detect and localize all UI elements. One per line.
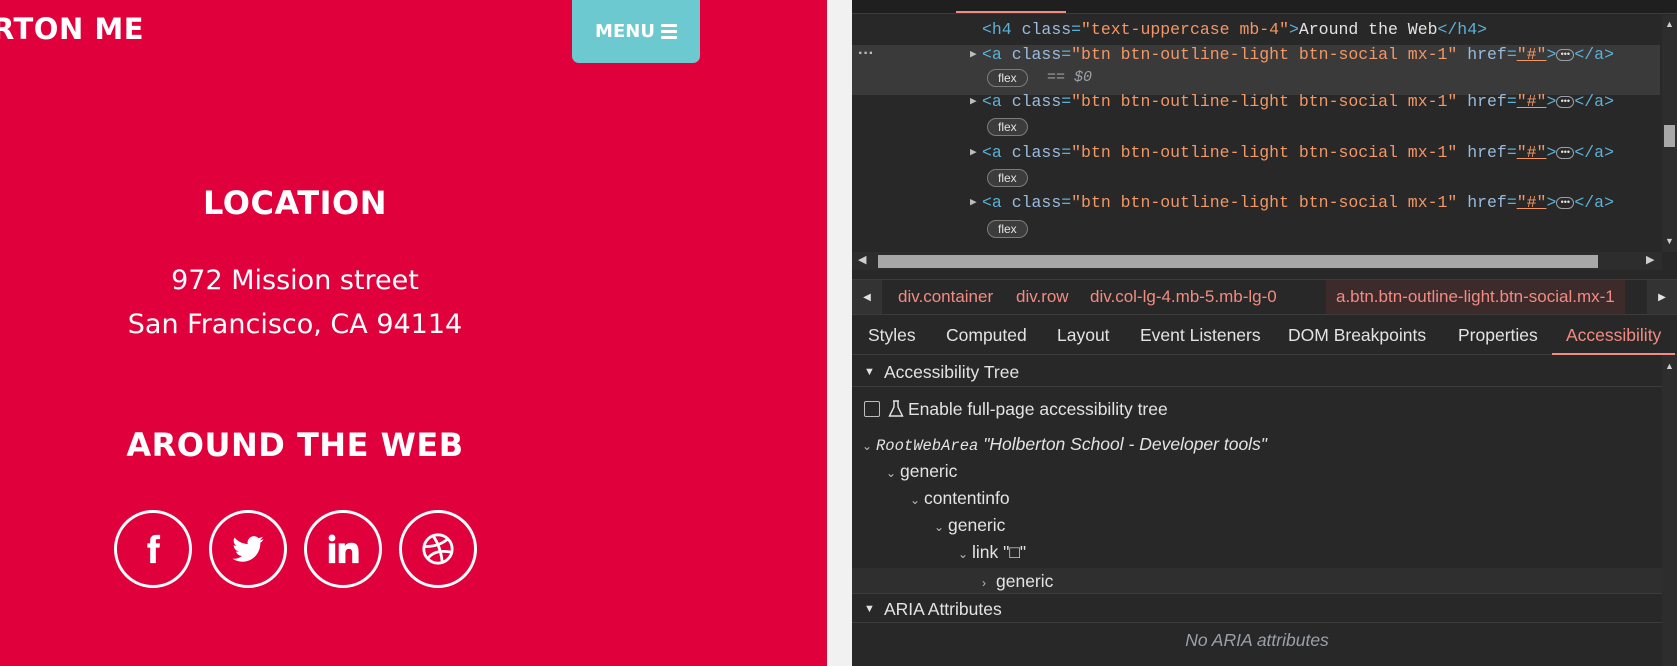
sidebar-vertical-scrollbar[interactable]: ▲ bbox=[1662, 355, 1677, 666]
dribbble-link[interactable] bbox=[399, 510, 477, 588]
tab-properties[interactable]: Properties bbox=[1444, 315, 1552, 355]
flex-badge[interactable]: flex bbox=[987, 69, 1028, 87]
location-heading: LOCATION bbox=[203, 184, 387, 222]
tab-dom-breakpoints[interactable]: DOM Breakpoints bbox=[1274, 315, 1440, 355]
dom-node-h4[interactable]: <h4 class="text-uppercase mb-4">Around t… bbox=[852, 18, 1660, 43]
collapsed-content-icon[interactable]: ••• bbox=[1556, 196, 1575, 209]
flex-badge[interactable]: flex bbox=[987, 169, 1028, 187]
tab-accessibility[interactable]: Accessibility bbox=[1552, 315, 1676, 355]
tree-node-contentinfo[interactable]: ⌄ contentinfo bbox=[910, 485, 1010, 511]
chevron-down-icon[interactable]: ⌄ bbox=[958, 541, 972, 567]
hamburger-icon bbox=[660, 24, 677, 39]
experiment-flask-icon bbox=[888, 400, 904, 417]
expand-arrow-icon[interactable]: ▶ bbox=[970, 94, 977, 108]
elements-horizontal-scrollbar[interactable]: ◀ ▶ bbox=[852, 252, 1662, 270]
node-actions-icon[interactable]: ··· bbox=[858, 45, 874, 63]
scroll-left-icon[interactable]: ◀ bbox=[858, 253, 866, 266]
tab-event-listeners[interactable]: Event Listeners bbox=[1126, 315, 1275, 355]
facebook-icon bbox=[147, 534, 161, 564]
tab-computed[interactable]: Computed bbox=[932, 315, 1041, 355]
site-brand[interactable]: RTON ME bbox=[0, 12, 144, 46]
tree-node-generic[interactable]: ⌄ generic bbox=[886, 458, 957, 484]
chevron-down-icon[interactable]: ⌄ bbox=[862, 433, 876, 459]
tree-node-root[interactable]: ⌄ RootWebArea "Holberton School - Develop… bbox=[862, 431, 1267, 457]
menu-label: MENU bbox=[595, 21, 655, 42]
flex-badge[interactable]: flex bbox=[987, 220, 1028, 238]
expand-arrow-icon[interactable]: ▶ bbox=[970, 145, 977, 159]
devtools-main-toolbar bbox=[852, 0, 1677, 14]
around-the-web-heading: AROUND THE WEB bbox=[126, 426, 464, 464]
breadcrumb-next-icon[interactable]: ▶ bbox=[1647, 280, 1677, 314]
linkedin-link[interactable] bbox=[304, 510, 382, 588]
collapsed-content-icon[interactable]: ••• bbox=[1556, 146, 1575, 159]
social-links bbox=[114, 510, 477, 588]
dribbble-icon bbox=[422, 533, 454, 565]
flex-badge[interactable]: flex bbox=[987, 118, 1028, 136]
tree-node-generic-leaf[interactable]: › generic bbox=[982, 568, 1053, 594]
aria-attributes-header[interactable]: ▼ ARIA Attributes bbox=[852, 593, 1662, 623]
tree-hover-highlight bbox=[852, 568, 1662, 594]
twitter-icon bbox=[232, 536, 264, 562]
scroll-down-icon[interactable]: ▼ bbox=[1665, 236, 1674, 246]
menu-button[interactable]: MENU bbox=[572, 0, 700, 63]
address-line-2: San Francisco, CA 94114 bbox=[127, 309, 463, 340]
accessibility-tree-header[interactable]: ▼ Accessibility Tree bbox=[852, 357, 1662, 387]
full-page-tree-option: Enable full-page accessibility tree bbox=[852, 394, 1662, 424]
elements-tree: <h4 class="text-uppercase mb-4">Around t… bbox=[852, 15, 1660, 252]
address-line-1: 972 Mission street bbox=[171, 265, 419, 296]
active-main-tab-indicator bbox=[956, 11, 1066, 13]
website-viewport: RTON ME MENU LOCATION 972 Mission street… bbox=[0, 0, 827, 666]
tab-styles[interactable]: Styles bbox=[854, 315, 930, 355]
tab-layout[interactable]: Layout bbox=[1043, 315, 1124, 355]
scrollbar-thumb[interactable] bbox=[1664, 125, 1675, 147]
sidebar-tabs: Styles Computed Layout Event Listeners D… bbox=[852, 315, 1677, 355]
dom-node-a-3[interactable]: ▶ <a class="btn btn-outline-light btn-so… bbox=[852, 141, 1660, 166]
breadcrumb-item[interactable]: div.row bbox=[1006, 280, 1079, 314]
chevron-down-icon[interactable]: ⌄ bbox=[910, 487, 924, 513]
breadcrumb: ◀ div.container div.row div.col-lg-4.mb-… bbox=[852, 279, 1677, 315]
chevron-down-icon[interactable]: ⌄ bbox=[886, 460, 900, 486]
tree-node-link[interactable]: ⌄ link "□" bbox=[958, 539, 1026, 565]
elements-vertical-scrollbar[interactable]: ▲ ▼ bbox=[1662, 15, 1677, 252]
dom-node-a-4[interactable]: ▶ <a class="btn btn-outline-light btn-so… bbox=[852, 191, 1660, 216]
viewport-gutter bbox=[827, 0, 852, 666]
collapse-arrow-icon: ▼ bbox=[864, 366, 875, 378]
breadcrumb-item[interactable]: div.col-lg-4.mb-5.mb-lg-0 bbox=[1080, 280, 1287, 314]
facebook-link[interactable] bbox=[114, 510, 192, 588]
collapsed-content-icon[interactable]: ••• bbox=[1556, 48, 1575, 61]
selected-marker: == $0 bbox=[1047, 69, 1093, 86]
breadcrumb-item-active[interactable]: a.btn.btn-outline-light.btn-social.mx-1 bbox=[1326, 280, 1625, 314]
chevron-down-icon[interactable]: ⌄ bbox=[934, 514, 948, 540]
breadcrumb-prev-icon[interactable]: ◀ bbox=[852, 280, 882, 314]
linkedin-icon bbox=[328, 534, 359, 564]
scroll-up-icon[interactable]: ▲ bbox=[1665, 361, 1674, 371]
collapsed-content-icon[interactable]: ••• bbox=[1556, 95, 1575, 108]
expand-arrow-icon[interactable]: ▶ bbox=[970, 195, 977, 209]
aria-empty-message: No ARIA attributes bbox=[1185, 630, 1329, 650]
collapse-arrow-icon: ▼ bbox=[864, 603, 875, 615]
twitter-link[interactable] bbox=[209, 510, 287, 588]
dom-node-a-2[interactable]: ▶ <a class="btn btn-outline-light btn-so… bbox=[852, 90, 1660, 115]
scroll-right-icon[interactable]: ▶ bbox=[1646, 253, 1654, 266]
enable-full-page-label: Enable full-page accessibility tree bbox=[908, 399, 1168, 419]
enable-full-page-checkbox[interactable] bbox=[864, 401, 880, 417]
devtools-panel: <h4 class="text-uppercase mb-4">Around t… bbox=[852, 0, 1677, 666]
expand-arrow-icon[interactable]: ▶ bbox=[970, 47, 977, 61]
breadcrumb-item[interactable]: div.container bbox=[888, 280, 1003, 314]
tree-node-generic[interactable]: ⌄ generic bbox=[934, 512, 1005, 538]
scrollbar-thumb[interactable] bbox=[878, 255, 1598, 268]
scroll-up-icon[interactable]: ▲ bbox=[1665, 19, 1674, 29]
dom-node-a-1[interactable]: ··· ▶ <a class="btn btn-outline-light bt… bbox=[852, 43, 1660, 68]
